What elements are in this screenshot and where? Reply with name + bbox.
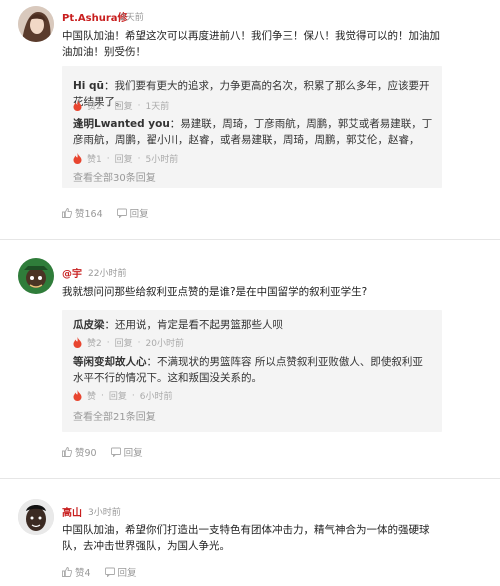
comment-text: 中国队加油！希望这次可以再度进前八！我们争三！保八！我觉得可以的！加油加油加油！… (62, 30, 440, 58)
reply-reply-link[interactable]: 回复 (109, 389, 127, 402)
reply-label: 回复 (129, 209, 149, 220)
comment-actions: 赞4 回复 (62, 565, 151, 579)
username[interactable]: @宇 (62, 265, 82, 280)
comment-text: 中国队加油，希望你们打造出一支特色有团体冲击力，精气神合为一体的强硬球队，去冲击… (62, 524, 430, 552)
reply-like-count[interactable]: 赞1 (87, 152, 102, 165)
thumb-up-icon (62, 208, 72, 218)
comment-time: 3小时前 (88, 508, 121, 518)
reply-time: 5小时前 (145, 155, 179, 165)
reply-icon (110, 447, 121, 457)
view-all-replies-link[interactable]: 查看全部21条回复 (73, 408, 156, 423)
comment-item: @宇 22小时前 我就想问问那些给叙利亚点赞的是谁?是在中国留学的叙利亚学生? … (0, 240, 500, 468)
reply-box: Hi qū：我们要有更大的追求，力争更高的名次，积累了那么多年，应该要开花结果了… (62, 66, 442, 188)
reply-icon (104, 567, 115, 577)
flame-icon[interactable] (73, 390, 82, 401)
like-count: 赞4 (75, 568, 91, 579)
reply-box: 瓜皮梁：还用说，肯定是看不起男篮那些人呗 赞2 · 回复 · 20小时前 等闲变… (62, 310, 442, 432)
reply-author[interactable]: Hi qū (73, 80, 104, 92)
thumb-up-icon (62, 567, 72, 577)
reply-meta: 赞 · 回复 · 6小时前 (73, 389, 173, 402)
flame-icon[interactable] (73, 100, 82, 111)
comment-actions: 赞90 回复 (62, 445, 157, 459)
username[interactable]: 高山 (62, 504, 82, 519)
like-count: 赞164 (75, 209, 103, 220)
reply-icon (116, 208, 127, 218)
comment-text: 我就想问问那些给叙利亚点赞的是谁?是在中国留学的叙利亚学生? (62, 286, 368, 298)
avatar[interactable] (18, 499, 54, 535)
comment-time: 22小时前 (88, 269, 127, 279)
thumb-up-icon (62, 447, 72, 457)
reply-like-count[interactable]: 赞2 (87, 336, 102, 349)
reply-time: 1天前 (145, 102, 170, 112)
reply-meta: 赞2 · 回复 · 20小时前 (73, 336, 184, 349)
reply-button[interactable]: 回复 (116, 206, 149, 220)
reply-reply-link[interactable]: 回复 (115, 99, 133, 112)
like-count: 赞90 (75, 448, 97, 459)
reply-meta: 赞1 · 回复 · 5小时前 (73, 152, 178, 165)
avatar[interactable] (18, 258, 54, 294)
reply-time: 20小时前 (145, 339, 184, 349)
reply-label: 回复 (117, 568, 137, 579)
like-button[interactable]: 赞4 (62, 565, 91, 579)
reply-item: 逢明Lwanted you：易建联，周琦，丁彦雨航，周鹏，郭艾或者易建联，丁彦雨… (73, 118, 433, 146)
reply-like-count[interactable]: 赞2 (87, 99, 102, 112)
like-button[interactable]: 赞164 (62, 206, 103, 220)
flame-icon[interactable] (73, 153, 82, 164)
comment-actions: 赞164 回复 (62, 206, 163, 220)
reply-author[interactable]: 瓜皮梁 (73, 319, 105, 331)
comment-item: Pt.Ashura修 2天前 中国队加油！希望这次可以再度进前八！我们争三！保八… (0, 0, 500, 238)
reply-item: 等闲变却故人心：不满现状的男篮阵容 所以点赞叙利亚败傲人、即使叙利亚水平不行的情… (73, 356, 423, 384)
reply-meta: 赞2 · 回复 · 1天前 (73, 99, 169, 112)
reply-button[interactable]: 回复 (104, 565, 137, 579)
comment-time: 2天前 (120, 13, 144, 23)
reply-reply-link[interactable]: 回复 (115, 152, 133, 165)
comment-item: 高山 3小时前 中国队加油，希望你们打造出一支特色有团体冲击力，精气神合为一体的… (0, 479, 500, 586)
reply-button[interactable]: 回复 (110, 445, 143, 459)
flame-icon[interactable] (73, 337, 82, 348)
reply-label: 回复 (123, 448, 143, 459)
reply-like-count[interactable]: 赞 (87, 389, 96, 402)
avatar[interactable] (18, 6, 54, 42)
reply-item: 瓜皮梁：还用说，肯定是看不起男篮那些人呗 (73, 319, 283, 331)
like-button[interactable]: 赞90 (62, 445, 97, 459)
reply-time: 6小时前 (139, 392, 173, 402)
reply-text: 还用说，肯定是看不起男篮那些人呗 (115, 319, 283, 331)
reply-reply-link[interactable]: 回复 (115, 336, 133, 349)
reply-author[interactable]: 逢明Lwanted you (73, 118, 170, 130)
reply-author[interactable]: 等闲变却故人心 (73, 356, 147, 368)
username[interactable]: Pt.Ashura修 (62, 9, 128, 24)
view-all-replies-link[interactable]: 查看全部30条回复 (73, 169, 156, 184)
